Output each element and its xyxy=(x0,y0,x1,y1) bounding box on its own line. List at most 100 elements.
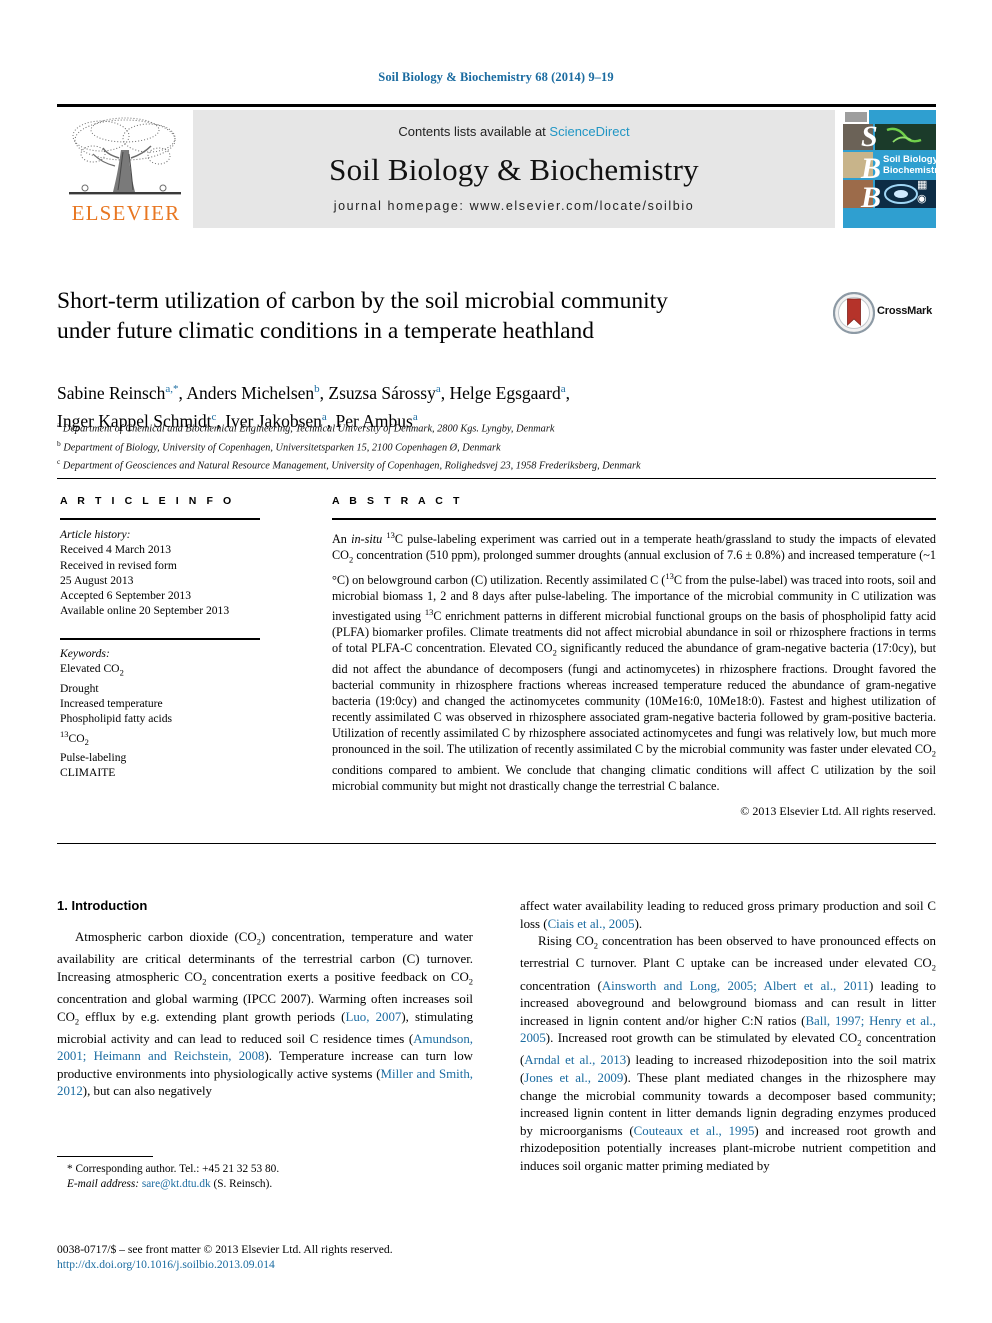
email-link[interactable]: sare@kt.dtu.dk xyxy=(142,1178,211,1190)
journal-title: Soil Biology & Biochemistry xyxy=(329,152,699,187)
issn-line: 0038-0717/$ – see front matter © 2013 El… xyxy=(57,1243,393,1256)
article-info-rule xyxy=(60,518,260,520)
crossmark-badge[interactable]: CrossMark xyxy=(832,291,939,335)
cover-artwork: ▦ ◉ S B B Soil Biology & Biochemistry xyxy=(843,110,936,228)
title-line-2: under future climatic conditions in a te… xyxy=(57,318,595,344)
history-item: Received 4 March 2013 xyxy=(60,543,172,557)
affiliation-mark: b xyxy=(57,438,61,448)
intro-paragraph-1-continued: affect water availability leading to red… xyxy=(520,899,936,931)
citation-link[interactable]: Ball, 1997; Henry et al., 2005 xyxy=(520,1014,936,1046)
crossmark-icon xyxy=(832,291,876,335)
title-line-1: Short-term utilization of carbon by the … xyxy=(57,288,668,314)
svg-text:Biochemistry: Biochemistry xyxy=(883,165,936,176)
affiliation-item: a Department of Chemical and Biochemical… xyxy=(57,418,897,437)
abstract-copyright: © 2013 Elsevier Ltd. All rights reserved… xyxy=(740,803,936,818)
footnote-separator xyxy=(57,1156,153,1157)
intro-left-column: 1. Introduction Atmospheric carbon dioxi… xyxy=(57,898,473,1101)
paper-page: Soil Biology & Biochemistry 68 (2014) 9–… xyxy=(0,0,992,1323)
keyword-item: 13CO2 xyxy=(60,728,89,747)
abstract-column: A B S T R A C T An in-situ 13C pulse-lab… xyxy=(332,495,936,819)
affiliation-mark: c xyxy=(57,457,61,467)
sciencedirect-link[interactable]: ScienceDirect xyxy=(549,124,629,139)
author-name: Anders Michelsen xyxy=(186,382,315,403)
intro-paragraph-2: Rising CO2 concentration has been observ… xyxy=(520,934,937,1174)
page-title: Short-term utilization of carbon by the … xyxy=(57,286,817,346)
article-history-label: Article history: xyxy=(60,528,131,541)
contents-available-line: Contents lists available at ScienceDirec… xyxy=(193,124,835,139)
intro-right-column: affect water availability leading to red… xyxy=(520,898,936,1176)
author-name: Helge Egsgaard xyxy=(449,382,561,403)
issn-footer: 0038-0717/$ – see front matter © 2013 El… xyxy=(57,1242,497,1273)
elsevier-tree-icon xyxy=(69,117,181,195)
affiliation-item: c Department of Geosciences and Natural … xyxy=(57,455,897,474)
introduction-heading: 1. Introduction xyxy=(57,898,148,913)
keyword-item: Pulse-labeling xyxy=(60,751,127,765)
citation-link[interactable]: Amundson, 2001; Heimann and Reichstein, … xyxy=(57,1032,473,1064)
affiliation-text: Department of Chemical and Biochemical E… xyxy=(62,423,555,435)
email-line: E-mail address: sare@kt.dtu.dk (S. Reins… xyxy=(57,1177,477,1192)
abstract-rule xyxy=(332,518,936,520)
affiliation-item: b Department of Biology, University of C… xyxy=(57,437,897,456)
paper-title-block: Short-term utilization of carbon by the … xyxy=(57,286,817,346)
corresponding-author-footnote: * Corresponding author. Tel.: +45 21 32 … xyxy=(57,1162,477,1192)
keyword-item: Elevated CO2 xyxy=(60,662,124,678)
journal-homepage-line[interactable]: journal homepage: www.elsevier.com/locat… xyxy=(193,199,835,213)
author-entry: Zsuzsa Sárossya xyxy=(328,383,440,403)
corresponding-author-line: * Corresponding author. Tel.: +45 21 32 … xyxy=(67,1163,280,1175)
history-item: Received in revised form xyxy=(60,558,177,572)
history-item: 25 August 2013 xyxy=(60,573,134,587)
svg-text:◉: ◉ xyxy=(917,193,927,205)
keyword-item: Drought xyxy=(60,681,99,695)
citation-link[interactable]: Luo, 2007 xyxy=(345,1010,401,1024)
info-band-bottom-rule xyxy=(57,843,936,844)
contents-prefix: Contents lists available at xyxy=(398,124,550,139)
keyword-item: Phospholipid fatty acids xyxy=(60,712,173,726)
citation-link[interactable]: Miller and Smith, 2012 xyxy=(57,1067,473,1099)
journal-citation-line: Soil Biology & Biochemistry 68 (2014) 9–… xyxy=(378,70,614,84)
citation-link[interactable]: Ciais et al., 2005 xyxy=(548,917,635,931)
keywords-label: Keywords: xyxy=(60,646,110,660)
keywords-block: Keywords: Elevated CO2 Drought Increased… xyxy=(60,637,260,781)
abstract-text: An in-situ 13C pulse-labeling experiment… xyxy=(332,530,936,793)
article-info-column: A R T I C L E I N F O Article history: R… xyxy=(60,495,260,781)
citation-link[interactable]: Couteaux et al., 1995 xyxy=(634,1124,755,1138)
intro-paragraph-1: Atmospheric carbon dioxide (CO2) concent… xyxy=(57,930,474,1099)
article-info-heading: A R T I C L E I N F O xyxy=(60,495,235,507)
citation-link[interactable]: Arndal et al., 2013 xyxy=(524,1053,626,1067)
citation-link[interactable]: Ainsworth and Long, 2005; Albert et al.,… xyxy=(602,979,869,993)
history-item: Accepted 6 September 2013 xyxy=(60,589,192,603)
author-name: Sabine Reinsch xyxy=(57,382,166,403)
author-name: Zsuzsa Sárossy xyxy=(328,382,436,403)
author-marks: a xyxy=(435,383,441,395)
author-marks: b xyxy=(314,383,320,395)
article-history-block: Article history: Received 4 March 2013 R… xyxy=(60,527,260,619)
keywords-rule xyxy=(60,637,260,640)
svg-text:Soil Biology &: Soil Biology & xyxy=(883,154,936,165)
affiliation-mark: a xyxy=(57,420,61,429)
abstract-heading: A B S T R A C T xyxy=(332,495,463,507)
svg-text:▦: ▦ xyxy=(917,179,927,191)
email-suffix: (S. Reinsch). xyxy=(213,1178,273,1190)
journal-masthead: ELSEVIER Contents lists available at Sci… xyxy=(57,104,936,231)
crossmark-label: CrossMark xyxy=(877,305,933,317)
journal-cover-thumbnail: ▦ ◉ S B B Soil Biology & Biochemistry xyxy=(843,110,936,228)
author-marks: a xyxy=(560,383,566,395)
masthead-center-panel: Contents lists available at ScienceDirec… xyxy=(193,110,835,228)
citation-link[interactable]: Jones et al., 2009 xyxy=(524,1071,623,1085)
elsevier-wordmark: ELSEVIER xyxy=(71,201,181,225)
affiliation-text: Department of Geosciences and Natural Re… xyxy=(62,460,641,472)
info-band-top-rule xyxy=(57,478,936,479)
doi-link[interactable]: http://dx.doi.org/10.1016/j.soilbio.2013… xyxy=(57,1257,497,1272)
keyword-item: CLIMAITE xyxy=(60,766,116,780)
affiliation-list: a Department of Chemical and Biochemical… xyxy=(57,418,897,474)
elsevier-logo: ELSEVIER xyxy=(57,110,193,228)
author-entry: Helge Egsgaarda xyxy=(449,383,565,403)
author-entry: Sabine Reinscha,* xyxy=(57,383,179,403)
keyword-item: Increased temperature xyxy=(60,696,163,710)
history-item: Available online 20 September 2013 xyxy=(60,604,230,618)
abstract-insitu: in-situ xyxy=(351,532,383,547)
author-entry: Anders Michelsenb xyxy=(186,383,319,403)
email-label: E-mail address: xyxy=(67,1178,140,1190)
affiliation-text: Department of Biology, University of Cop… xyxy=(63,442,501,454)
author-marks: a,* xyxy=(165,383,179,395)
